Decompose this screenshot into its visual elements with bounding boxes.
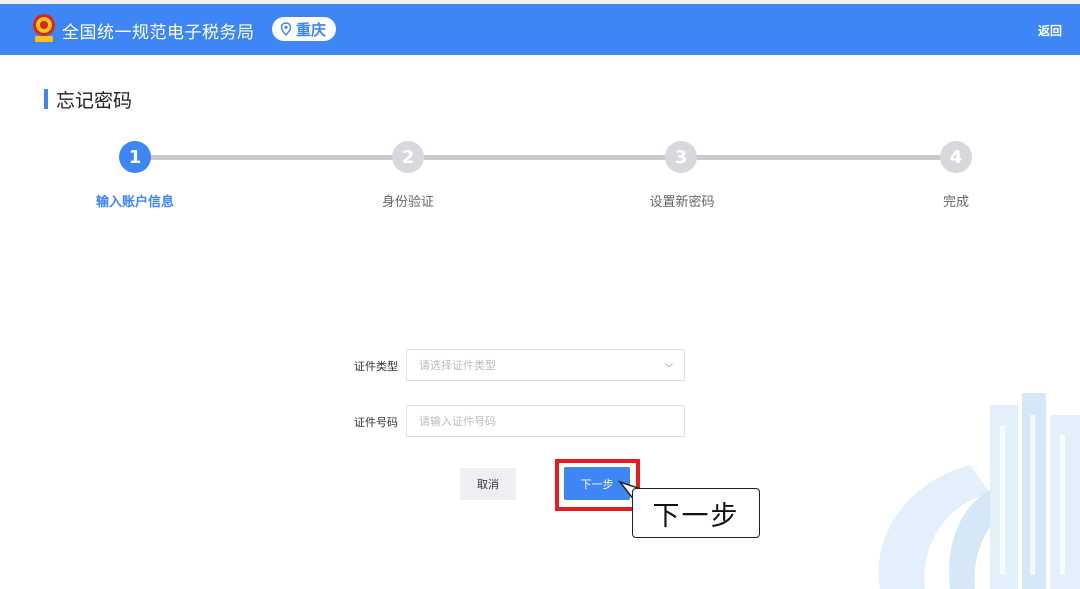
step-2-circle: 2 [392,141,424,173]
step-connector-2 [424,155,672,160]
id-type-select[interactable]: 请选择证件类型 [406,349,685,381]
page-title: 忘记密码 [56,89,133,112]
cancel-button[interactable]: 取消 [460,468,516,500]
title-accent-bar [44,89,48,109]
step-connector-1 [150,155,400,160]
tax-emblem-icon [33,14,55,42]
step-connector-3 [696,155,944,160]
id-type-label: 证件类型 [354,360,398,373]
chevron-down-icon [665,363,673,368]
id-type-placeholder: 请选择证件类型 [419,359,496,372]
id-number-label: 证件号码 [354,416,398,429]
top-header-bar: 全国统一规范电子税务局 重庆 返回 [0,0,1080,55]
step-1-circle: 1 [119,141,151,173]
page-title-wrap: 忘记密码 [44,88,133,112]
back-link[interactable]: 返回 [1038,22,1062,39]
step-3-circle: 3 [665,141,697,173]
city-selector[interactable]: 重庆 [272,17,337,41]
id-number-input[interactable] [406,405,685,437]
step-1-label: 输入账户信息 [95,195,174,210]
site-brand-title: 全国统一规范电子税务局 [62,23,255,43]
building-watermark-icon [878,393,1080,589]
step-2-label: 身份验证 [381,195,434,210]
step-3-label: 设置新密码 [649,195,715,210]
step-4-circle: 4 [940,141,972,173]
step-4-label: 完成 [942,195,969,210]
location-pin-icon [280,22,292,36]
next-step-callout: 下一步 [632,488,760,538]
city-name: 重庆 [296,20,327,39]
